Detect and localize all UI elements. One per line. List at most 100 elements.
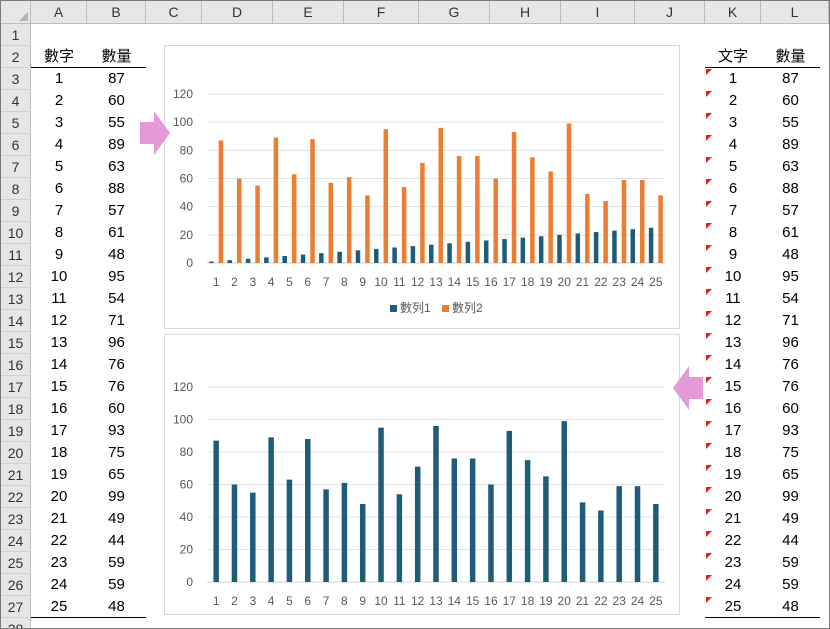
bar-series-1-cat-18[interactable] xyxy=(520,237,526,263)
left-table-key-cell[interactable]: 17 xyxy=(31,420,87,442)
left-table-key-cell[interactable]: 13 xyxy=(31,332,87,354)
right-table-value-cell[interactable]: 89 xyxy=(761,134,820,156)
row-header-1[interactable]: 1 xyxy=(1,24,31,46)
row-header-17[interactable]: 17 xyxy=(1,376,31,398)
bar-series-1-cat-23[interactable] xyxy=(616,486,622,582)
left-table-key-cell[interactable]: 14 xyxy=(31,354,87,376)
row-header-16[interactable]: 16 xyxy=(1,354,31,376)
left-table-value-cell[interactable]: 75 xyxy=(87,442,146,464)
left-table-key-cell[interactable]: 24 xyxy=(31,574,87,596)
column-header-l[interactable]: L xyxy=(761,1,829,24)
left-table-key-cell[interactable]: 4 xyxy=(31,134,87,156)
bar-series-1-cat-23[interactable] xyxy=(612,230,617,263)
right-table-key-cell[interactable]: 19 xyxy=(705,464,761,486)
bar-series-1-cat-4[interactable] xyxy=(264,257,269,263)
row-header-24[interactable]: 24 xyxy=(1,530,31,552)
left-table-key-cell[interactable]: 6 xyxy=(31,178,87,200)
left-table-value-cell[interactable]: 59 xyxy=(87,552,146,574)
row-header-28[interactable]: 28 xyxy=(1,618,31,628)
bar-series-2-cat-15[interactable] xyxy=(475,155,480,263)
bar-series-1-cat-10[interactable] xyxy=(378,427,384,582)
right-table-value-cell[interactable]: 54 xyxy=(761,288,820,310)
right-table-key-cell[interactable]: 13 xyxy=(705,332,761,354)
bar-series-1-cat-9[interactable] xyxy=(355,250,361,263)
column-header-k[interactable]: K xyxy=(705,1,761,24)
row-header-14[interactable]: 14 xyxy=(1,310,31,332)
left-table-header-1[interactable]: 數字 xyxy=(31,46,87,68)
bar-series-1-cat-2[interactable] xyxy=(227,260,232,263)
left-table-key-cell[interactable]: 20 xyxy=(31,486,87,508)
bar-series-1-cat-5[interactable] xyxy=(286,479,293,582)
right-table-header-2[interactable]: 數量 xyxy=(761,46,820,68)
left-table-value-cell[interactable]: 44 xyxy=(87,530,146,552)
bar-series-1-cat-17[interactable] xyxy=(502,239,507,263)
right-table-value-cell[interactable]: 48 xyxy=(761,596,820,618)
bar-series-1-cat-11[interactable] xyxy=(396,494,403,582)
row-header-12[interactable]: 12 xyxy=(1,266,31,288)
left-table-key-cell[interactable]: 21 xyxy=(31,508,87,530)
bar-series-2-cat-22[interactable] xyxy=(603,201,608,263)
bar-series-1-cat-7[interactable] xyxy=(323,489,329,582)
bar-series-1-cat-13[interactable] xyxy=(429,244,434,263)
bar-series-1-cat-8[interactable] xyxy=(341,482,348,582)
bar-series-1-cat-1[interactable] xyxy=(209,261,214,263)
bar-series-1-cat-2[interactable] xyxy=(231,484,238,583)
right-table-value-cell[interactable]: 71 xyxy=(761,310,820,332)
bar-series-2-cat-3[interactable] xyxy=(255,185,260,263)
left-table-key-cell[interactable]: 2 xyxy=(31,90,87,112)
left-table-key-cell[interactable]: 1 xyxy=(31,68,87,90)
row-header-26[interactable]: 26 xyxy=(1,574,31,596)
left-table-key-cell[interactable]: 15 xyxy=(31,376,87,398)
row-header-21[interactable]: 21 xyxy=(1,464,31,486)
bar-series-2-cat-16[interactable] xyxy=(493,178,498,264)
bar-series-1-cat-5[interactable] xyxy=(282,255,287,263)
bar-series-1-cat-16[interactable] xyxy=(488,484,494,583)
left-table-key-cell[interactable]: 16 xyxy=(31,398,87,420)
right-table-key-cell[interactable]: 18 xyxy=(705,442,761,464)
bar-series-1-cat-10[interactable] xyxy=(374,248,379,263)
bar-series-1-cat-20[interactable] xyxy=(561,421,567,582)
right-table-key-cell[interactable]: 10 xyxy=(705,266,761,288)
right-table-key-cell[interactable]: 5 xyxy=(705,156,761,178)
row-header-7[interactable]: 7 xyxy=(1,156,31,178)
right-table-value-cell[interactable]: 57 xyxy=(761,200,820,222)
right-table-key-cell[interactable]: 22 xyxy=(705,530,761,552)
row-header-9[interactable]: 9 xyxy=(1,200,31,222)
right-table-key-cell[interactable]: 12 xyxy=(705,310,761,332)
left-table-value-cell[interactable]: 61 xyxy=(87,222,146,244)
bar-series-1-cat-14[interactable] xyxy=(447,243,452,263)
bar-series-1-cat-18[interactable] xyxy=(524,460,531,582)
right-table-key-cell[interactable]: 25 xyxy=(705,596,761,618)
bar-series-1-cat-15[interactable] xyxy=(469,458,476,583)
bar-series-2-cat-21[interactable] xyxy=(585,193,590,263)
right-table-key-cell[interactable]: 17 xyxy=(705,420,761,442)
left-table-key-cell[interactable]: 10 xyxy=(31,266,87,288)
bar-series-1-cat-16[interactable] xyxy=(483,240,489,263)
right-table-value-cell[interactable]: 55 xyxy=(761,112,820,134)
bar-series-2-cat-18[interactable] xyxy=(530,157,535,263)
right-table-key-cell[interactable]: 16 xyxy=(705,398,761,420)
left-table-value-cell[interactable]: 71 xyxy=(87,310,146,332)
left-table-value-cell[interactable]: 95 xyxy=(87,266,146,288)
bar-series-1-cat-12[interactable] xyxy=(414,466,421,582)
right-table-header-1[interactable]: 文字 xyxy=(705,46,761,68)
left-table-value-cell[interactable]: 49 xyxy=(87,508,146,530)
bar-series-2-cat-7[interactable] xyxy=(328,182,334,263)
right-table-key-cell[interactable]: 15 xyxy=(705,376,761,398)
bar-series-2-cat-11[interactable] xyxy=(401,186,407,263)
right-table-value-cell[interactable]: 96 xyxy=(761,332,820,354)
bar-series-1-cat-24[interactable] xyxy=(634,486,641,582)
bar-series-1-cat-11[interactable] xyxy=(392,247,397,263)
right-table-value-cell[interactable]: 59 xyxy=(761,552,820,574)
left-table-key-cell[interactable]: 19 xyxy=(31,464,87,486)
bar-series-1-cat-4[interactable] xyxy=(268,437,274,582)
bar-series-1-cat-3[interactable] xyxy=(245,258,251,263)
left-table-value-cell[interactable]: 88 xyxy=(87,178,146,200)
bar-series-2-cat-9[interactable] xyxy=(365,195,370,263)
left-table-key-cell[interactable]: 7 xyxy=(31,200,87,222)
right-table-value-cell[interactable]: 76 xyxy=(761,376,820,398)
right-table-key-cell[interactable]: 4 xyxy=(705,134,761,156)
bar-series-1-cat-15[interactable] xyxy=(465,241,471,263)
bar-series-2-cat-24[interactable] xyxy=(640,179,645,263)
bar-series-1-cat-13[interactable] xyxy=(433,426,439,582)
